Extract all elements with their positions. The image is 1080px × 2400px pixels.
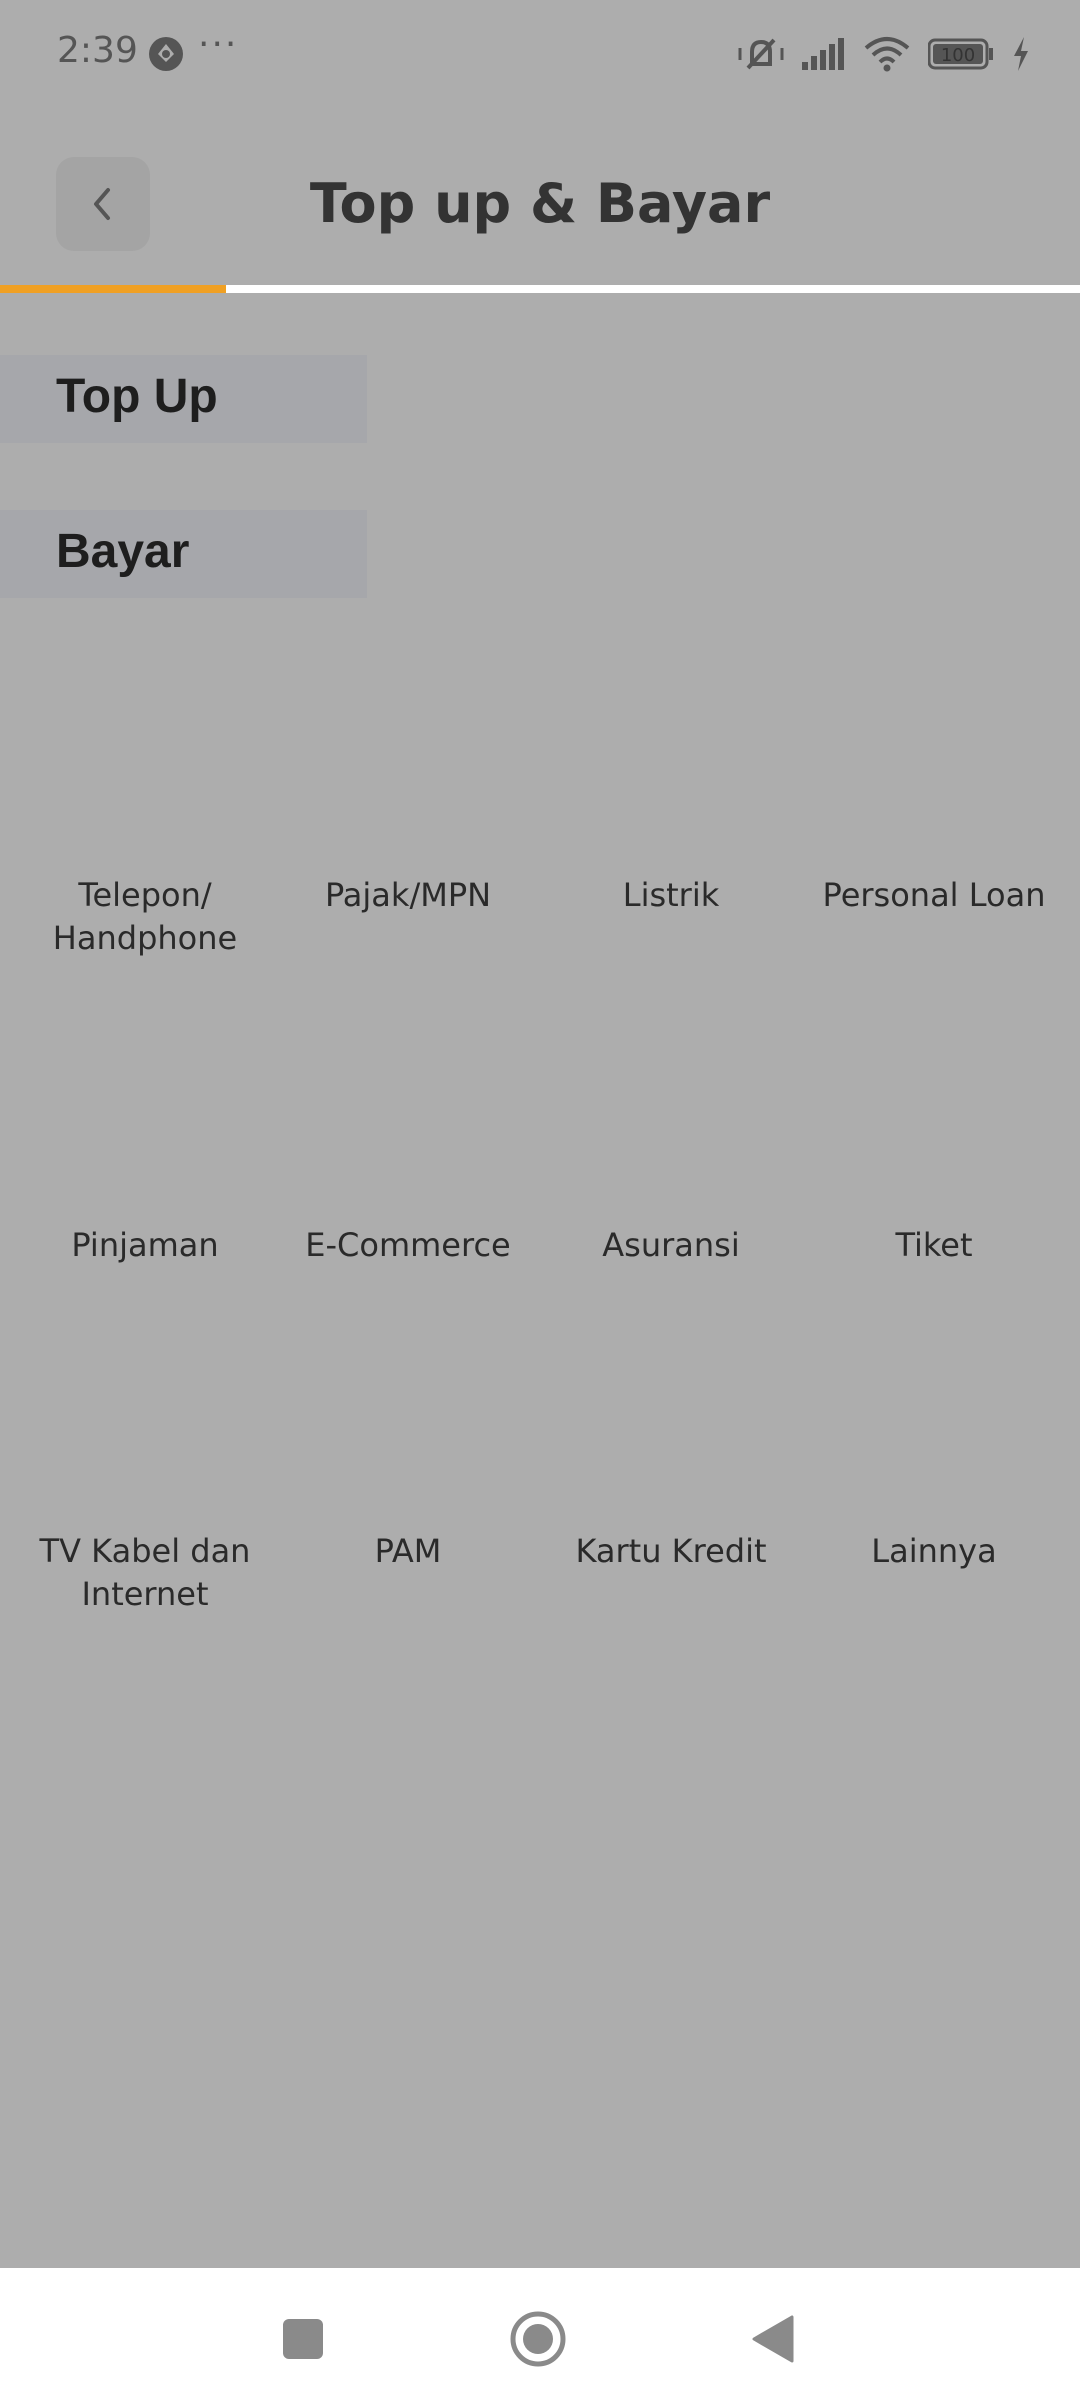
status-bar: 2:39 ··· 100 xyxy=(0,0,1080,110)
battery-icon: 100 xyxy=(928,38,994,70)
service-label: Asuransi xyxy=(602,1226,740,1264)
charging-icon xyxy=(1012,37,1030,71)
service-item[interactable]: Personal Loan xyxy=(804,874,1064,917)
page-title: Top up & Bayar xyxy=(309,172,771,235)
status-icons: 100 xyxy=(738,32,1030,76)
service-item[interactable]: TV Kabel dan Internet xyxy=(15,1530,275,1616)
service-item[interactable]: Pinjaman xyxy=(15,1224,275,1267)
service-item[interactable]: Telepon/ Handphone xyxy=(15,874,275,960)
silent-mode-icon xyxy=(738,34,784,74)
service-item[interactable]: E-Commerce xyxy=(278,1224,538,1267)
square-icon xyxy=(283,2319,323,2359)
back-nav-button[interactable] xyxy=(738,2304,808,2374)
signal-icon xyxy=(802,38,846,70)
service-label: Telepon/ Handphone xyxy=(52,876,238,957)
service-label: PAM xyxy=(374,1532,442,1570)
header: Top up & Bayar xyxy=(0,140,1080,270)
service-label: Listrik xyxy=(622,876,720,914)
service-label: Pajak/MPN xyxy=(324,876,492,914)
tab-bayar-label: Bayar xyxy=(56,525,190,578)
tab-top-up[interactable]: Top Up xyxy=(0,355,367,443)
more-notifications-icon: ··· xyxy=(198,24,239,65)
app-notification-icon xyxy=(147,35,185,73)
service-item[interactable]: Tiket xyxy=(804,1224,1064,1267)
service-item[interactable]: PAM xyxy=(278,1530,538,1573)
service-item[interactable]: Lainnya xyxy=(804,1530,1064,1573)
wifi-icon xyxy=(864,36,910,72)
recents-button[interactable] xyxy=(268,2304,338,2374)
service-label: E-Commerce xyxy=(305,1226,511,1264)
service-label: TV Kabel dan Internet xyxy=(39,1532,251,1613)
tab-bayar[interactable]: Bayar xyxy=(0,510,367,598)
service-label: Tiket xyxy=(895,1226,973,1264)
service-item[interactable]: Kartu Kredit xyxy=(541,1530,801,1573)
home-circle-icon xyxy=(510,2311,566,2367)
service-label: Pinjaman xyxy=(71,1226,219,1264)
service-item[interactable]: Listrik xyxy=(541,874,801,917)
status-time: 2:39 xyxy=(57,30,138,71)
progress-fill xyxy=(0,285,226,293)
service-item[interactable]: Asuransi xyxy=(541,1224,801,1267)
service-item[interactable]: Pajak/MPN xyxy=(278,874,538,917)
progress-bar xyxy=(0,285,1080,293)
service-label: Kartu Kredit xyxy=(575,1532,767,1570)
triangle-back-icon xyxy=(752,2315,794,2363)
service-label: Personal Loan xyxy=(822,876,1046,914)
battery-level: 100 xyxy=(941,45,975,66)
service-label: Lainnya xyxy=(871,1532,997,1570)
tab-top-up-label: Top Up xyxy=(56,370,218,423)
home-button[interactable] xyxy=(503,2304,573,2374)
navigation-bar xyxy=(0,2268,1080,2400)
